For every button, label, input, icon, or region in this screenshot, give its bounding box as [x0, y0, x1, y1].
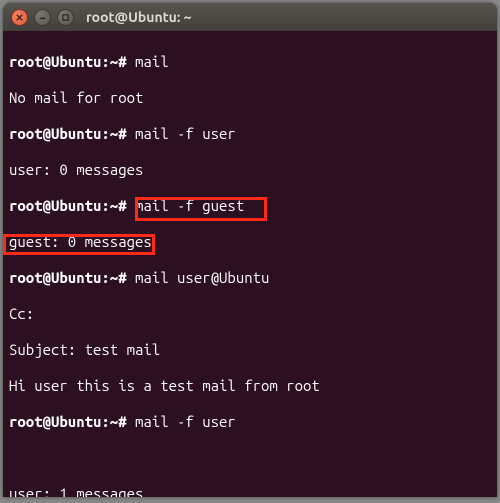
- titlebar[interactable]: root@Ubuntu: ~: [3, 3, 497, 31]
- output: No mail for root: [9, 89, 491, 107]
- window-title: root@Ubuntu: ~: [86, 9, 192, 25]
- cmd: mail -f user: [135, 125, 236, 142]
- prompt: root@Ubuntu:~#: [9, 197, 135, 214]
- cmd: mail: [135, 53, 169, 70]
- prompt: root@Ubuntu:~#: [9, 125, 135, 142]
- prompt: root@Ubuntu:~#: [9, 53, 135, 70]
- terminal-window: root@Ubuntu: ~ root@Ubuntu:~# mail No ma…: [3, 3, 497, 497]
- output: Hi user this is a test mail from root: [9, 377, 491, 395]
- output: Subject: test mail: [9, 341, 491, 359]
- prompt: root@Ubuntu:~#: [9, 269, 135, 286]
- cmd: mail user@Ubuntu: [135, 269, 269, 286]
- output: guest: 0 messages: [9, 233, 491, 251]
- output: user: 1 messages: [9, 485, 491, 497]
- cmd: mail -f guest: [135, 197, 244, 214]
- output: Cc:: [9, 305, 491, 323]
- prompt: root@Ubuntu:~#: [9, 413, 135, 430]
- terminal-body[interactable]: root@Ubuntu:~# mail No mail for root roo…: [3, 31, 497, 497]
- cmd: mail -f user: [135, 413, 236, 430]
- output: [9, 449, 491, 467]
- close-icon[interactable]: [11, 9, 28, 26]
- maximize-icon[interactable]: [57, 9, 74, 26]
- minimize-icon[interactable]: [34, 9, 51, 26]
- output: user: 0 messages: [9, 161, 491, 179]
